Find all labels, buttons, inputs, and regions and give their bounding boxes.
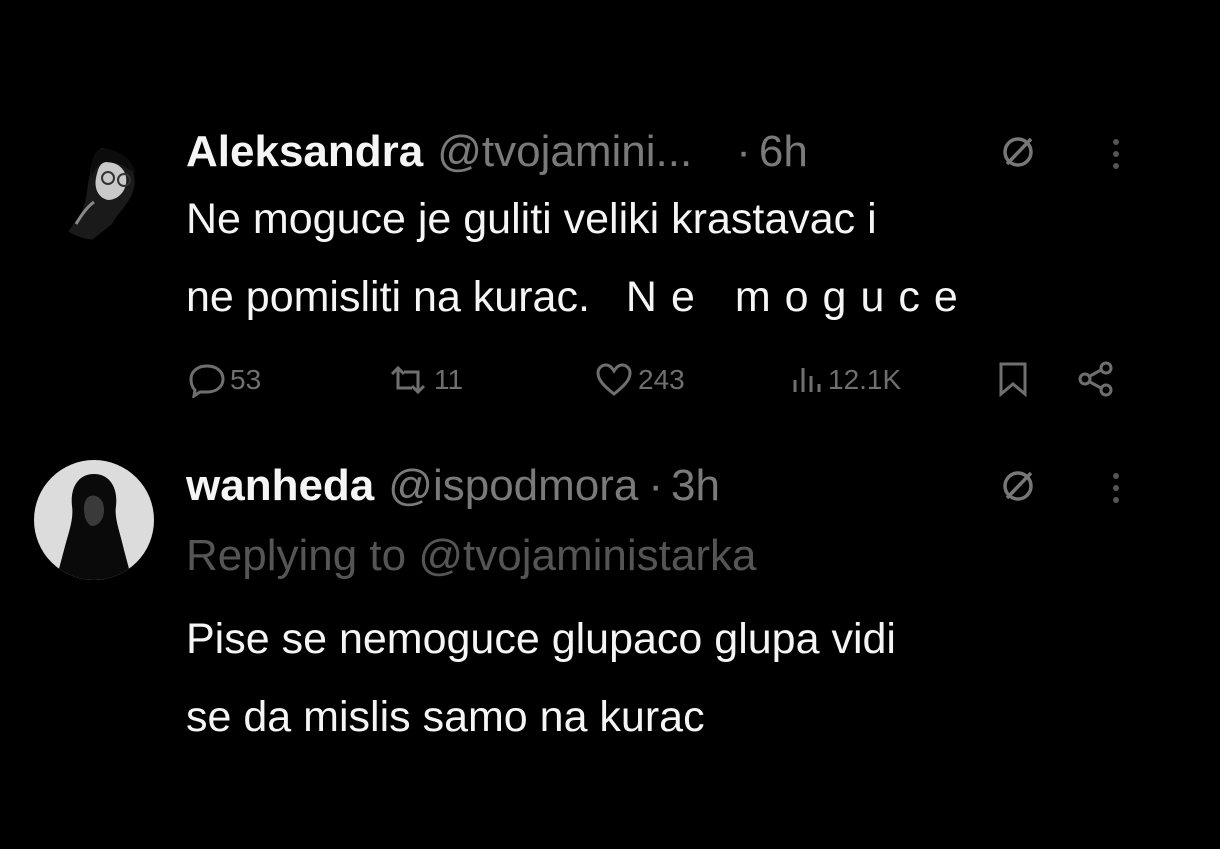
tweet-text-line-1: Ne moguce je guliti veliki krastavac i: [186, 195, 877, 243]
avatar-aleksandra[interactable]: [42, 128, 154, 240]
reply-icon: [189, 364, 225, 398]
share-icon: [1078, 361, 1113, 397]
timestamp[interactable]: 6h: [759, 126, 808, 178]
tweet-text-spaced: Ne moguce: [625, 273, 972, 321]
more-icon[interactable]: [1106, 136, 1126, 172]
reply-count: 53: [230, 364, 262, 395]
views-icon: [793, 368, 821, 392]
avatar-wanheda[interactable]: [34, 460, 154, 580]
retweet-icon: [390, 365, 426, 395]
like-count: 243: [638, 364, 685, 395]
views-button[interactable]: 12.1K: [790, 362, 901, 398]
tweet-text-part: ne pomisliti na kurac.: [186, 273, 590, 321]
grok-icon[interactable]: [996, 466, 1040, 506]
replying-to[interactable]: Replying to @tvojaministarka: [186, 530, 756, 582]
timestamp[interactable]: 3h: [671, 460, 720, 512]
tweet-text-line-1: Pise se nemoguce glupaco glupa vidi: [186, 615, 896, 663]
grok-icon[interactable]: [996, 132, 1040, 172]
reply-button[interactable]: 53: [188, 362, 261, 398]
retweet-count: 11: [434, 364, 464, 395]
bookmark-button[interactable]: [996, 360, 1034, 398]
tweet-text-line-2: se da mislis samo na kurac: [186, 693, 705, 741]
tweet-text-line-2: ne pomisliti na kurac. Ne moguce: [186, 266, 972, 329]
user-handle[interactable]: @tvojamini...: [437, 126, 692, 178]
tweet-header: Aleksandra @tvojamini... · 6h: [186, 126, 808, 178]
heart-icon: [596, 363, 632, 396]
user-handle[interactable]: @ispodmora: [388, 460, 638, 512]
share-button[interactable]: [1076, 360, 1120, 398]
separator-dot: ·: [736, 127, 751, 176]
tweet-header: wanheda @ispodmora · 3h: [186, 460, 720, 512]
bookmark-icon: [999, 362, 1027, 398]
more-icon[interactable]: [1106, 470, 1126, 506]
views-count: 12.1K: [828, 364, 902, 395]
retweet-button[interactable]: 11: [386, 362, 463, 398]
display-name[interactable]: wanheda: [186, 460, 374, 512]
display-name[interactable]: Aleksandra: [186, 126, 423, 178]
separator-dot: ·: [648, 461, 664, 510]
like-button[interactable]: 243: [594, 362, 685, 398]
